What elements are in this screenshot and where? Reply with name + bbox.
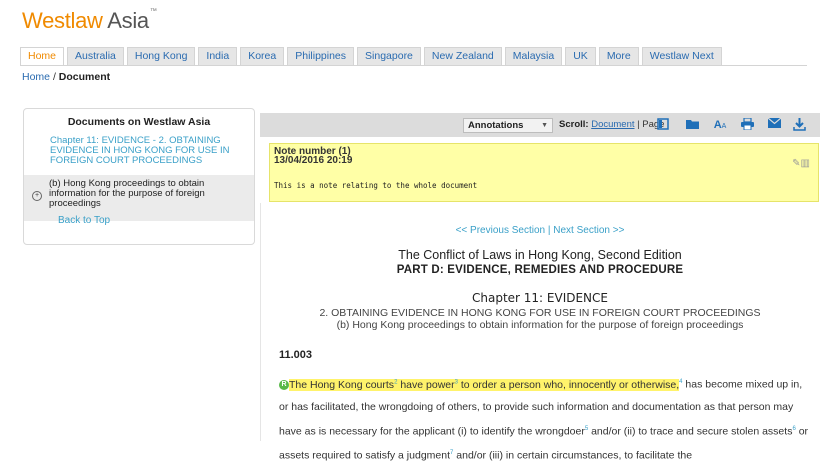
scroll-mode: Scroll: Document | Page [559,119,664,130]
tab-korea[interactable]: Korea [240,47,285,66]
highlighted-text[interactable]: The Hong Kong courts2 have power3 to ord… [289,378,680,391]
note-body: This is a note relating to the whole doc… [274,181,478,190]
chevron-down-icon: ▼ [541,122,548,129]
folder-icon[interactable] [685,118,699,132]
westlaw-asia-logo[interactable]: Westlaw Asia™ [22,8,157,34]
tab-new-zealand[interactable]: New Zealand [423,47,502,66]
chapter-heading: Chapter 11: EVIDENCE [471,291,608,305]
tab-uk[interactable]: UK [565,47,596,66]
tab-singapore[interactable]: Singapore [357,47,421,66]
edit-note-icon[interactable]: ✎▥ [792,158,810,169]
breadcrumb-home-link[interactable]: Home [22,71,50,83]
next-section-link[interactable]: Next Section >> [553,225,624,236]
tab-australia[interactable]: Australia [67,47,124,66]
breadcrumb: Home / Document [22,71,110,83]
logo-asia: Asia [107,8,149,33]
scroll-label: Scroll: [559,119,589,130]
paragraph-text: R The Hong Kong courts2 have power3 to or… [279,371,814,467]
tab-malaysia[interactable]: Malaysia [504,47,563,66]
previous-section-link[interactable]: << Previous Section [456,225,546,236]
documents-panel: Documents on Westlaw Asia Chapter 11: EV… [23,108,255,245]
annotation-marker-icon[interactable]: R [279,379,289,390]
para-text-7: and/or (iii) in certain circumstances, t… [453,449,693,462]
logo-tm: ™ [149,8,157,15]
document-note: Note number (1) 13/04/2016 20:19 This is… [269,143,819,202]
toc-chapter-link[interactable]: Chapter 11: EVIDENCE - 2. OBTAINING EVID… [50,136,244,166]
country-tabs: Home Australia Hong Kong India Korea Phi… [20,47,725,66]
paragraph-number: 11.003 [279,349,313,361]
para-text-1: The Hong Kong courts [289,378,395,391]
tab-philippines[interactable]: Philippines [287,47,355,66]
section-nav-separator: | [547,225,551,236]
tab-divider [20,65,807,66]
para-text-2: have power [397,378,455,391]
expand-icon[interactable]: + [32,191,42,201]
tab-india[interactable]: India [198,47,238,66]
download-icon[interactable] [792,118,806,132]
tab-hong-kong[interactable]: Hong Kong [126,47,196,66]
section-navigation: << Previous Section | Next Section >> [260,225,820,236]
scroll-document-link[interactable]: Document [591,119,634,130]
annotations-dropdown[interactable]: Annotations ▼ [463,118,553,133]
para-text-5: and/or (ii) to trace and secure stolen a… [588,425,793,437]
scroll-separator: | [637,119,640,130]
tab-more[interactable]: More [598,47,639,66]
tab-westlaw-next[interactable]: Westlaw Next [641,47,722,66]
tab-home[interactable]: Home [20,47,65,66]
breadcrumb-current: Document [58,71,111,83]
logo-westlaw: Westlaw [22,8,103,33]
book-title: The Conflict of Laws in Hong Kong, Secon… [398,248,682,262]
email-icon[interactable] [767,117,781,132]
frame-toggle-icon[interactable] [656,118,670,132]
part-heading: PART D: EVIDENCE, REMEDIES AND PROCEDURE [396,264,684,276]
toc-selected-label: (b) Hong Kong proceedings to obtain info… [49,178,205,209]
note-date: 13/04/2016 20:19 [274,155,353,166]
para-text-3: to order a person who, innocently or oth… [457,378,680,391]
section-heading: 2. OBTAINING EVIDENCE IN HONG KONG FOR U… [319,307,761,319]
font-size-icon[interactable]: AA [711,118,729,132]
breadcrumb-separator: / [52,71,56,83]
document-toolbar: Annotations ▼ Scroll: Document | Page AA [260,113,820,137]
print-icon[interactable] [740,117,754,132]
back-to-top-link[interactable]: Back to Top [58,215,110,226]
subsection-heading: (b) Hong Kong proceedings to obtain info… [336,319,744,331]
annotations-dropdown-label: Annotations [468,120,524,131]
documents-panel-title: Documents on Westlaw Asia [67,116,211,128]
